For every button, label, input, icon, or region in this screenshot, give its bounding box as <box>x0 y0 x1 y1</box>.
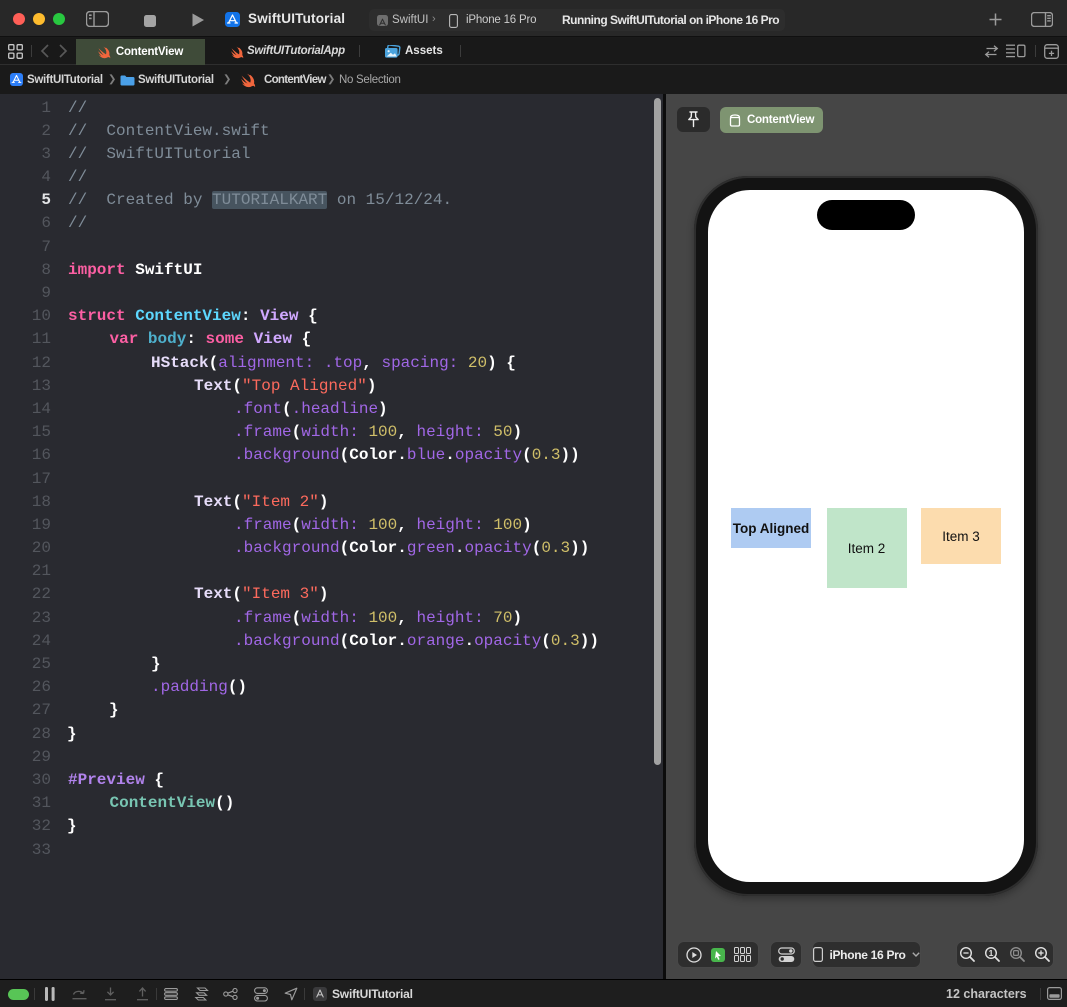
svg-text:1: 1 <box>989 948 994 958</box>
